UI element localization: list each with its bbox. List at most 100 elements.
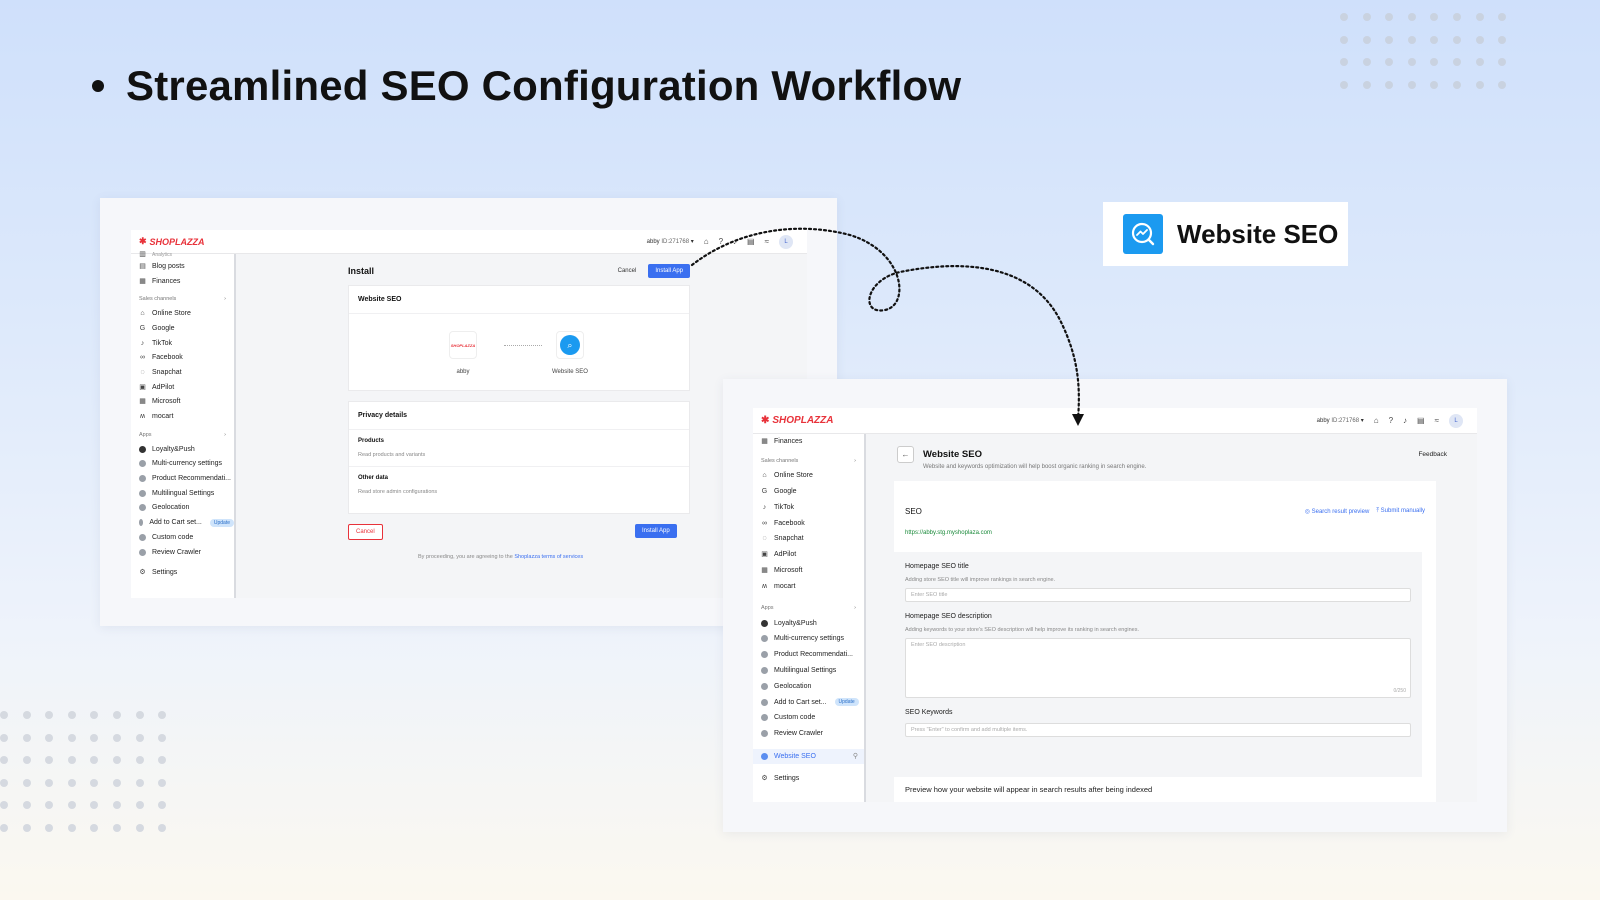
sidebar-item-add-to-cart-set[interactable]: Add to Cart set... Update <box>131 515 234 530</box>
search-result-preview-link[interactable]: ◎ Search result preview <box>1305 508 1370 515</box>
wifi-icon[interactable]: ≈ <box>1435 416 1439 425</box>
sidebar-item-online-store[interactable]: ⌂ Online Store <box>131 306 234 321</box>
bullet-icon <box>92 80 104 92</box>
feedback-link[interactable]: Feedback <box>1418 451 1447 458</box>
notification-icon[interactable]: ♪ <box>733 237 737 246</box>
dot <box>158 756 167 765</box>
cancel-button[interactable]: Cancel <box>348 524 383 540</box>
sidebar-item-review-crawler[interactable]: Review Crawler <box>131 545 234 560</box>
sidebar-item-adpilot[interactable]: ▣ AdPilot <box>753 547 864 563</box>
sales-channels-group[interactable]: Sales channels › <box>753 454 864 468</box>
seo-title-input[interactable]: Enter SEO title <box>905 588 1411 602</box>
group-label: Apps <box>139 431 152 438</box>
sidebar-item-settings[interactable]: ⚙ Settings <box>753 770 864 786</box>
back-arrow-icon[interactable]: ← <box>897 446 914 463</box>
dot-grid-decoration <box>0 711 167 832</box>
sidebar-item-tiktok[interactable]: ♪ TikTok <box>753 499 864 515</box>
dot <box>22 778 31 787</box>
sidebar-item-facebook[interactable]: ∞ Facebook <box>131 350 234 365</box>
shoplazza-logo[interactable]: ✱ SHOPLAZZA <box>131 236 205 247</box>
sidebar-item-online-store[interactable]: ⌂ Online Store <box>753 468 864 484</box>
help-icon[interactable]: ? <box>1389 416 1393 425</box>
apps-group[interactable]: Apps › <box>131 428 234 442</box>
cancel-link[interactable]: Cancel <box>618 268 637 274</box>
sidebar-item-multilingual-settings[interactable]: Multilingual Settings <box>131 486 234 501</box>
sidebar-item-review-crawler[interactable]: Review Crawler <box>753 726 864 742</box>
sidebar-item-product-recommendati[interactable]: Product Recommendati... <box>753 647 864 663</box>
avatar[interactable]: L <box>779 234 793 249</box>
sidebar-item-geolocation[interactable]: Geolocation <box>131 501 234 516</box>
sidebar-item-snapchat[interactable]: ◌ Snapchat <box>753 531 864 547</box>
dot <box>158 711 167 719</box>
field-label: SEO Keywords <box>905 709 953 716</box>
website-seo-app-icon: ⌕ <box>555 331 584 359</box>
storefront-icon[interactable]: ⌂ <box>704 237 709 246</box>
apps-group[interactable]: Apps › <box>753 601 864 615</box>
dot <box>0 733 8 742</box>
sidebar-item-product-recommendati[interactable]: Product Recommendati... <box>131 471 234 486</box>
avatar[interactable]: L <box>1449 413 1463 428</box>
dot <box>1362 80 1371 89</box>
sidebar-item-microsoft[interactable]: ▦ Microsoft <box>753 563 864 579</box>
store-switcher[interactable]: abby ID:271768 ▾ <box>1317 417 1364 424</box>
snapchat-icon: ◌ <box>140 368 145 376</box>
dot <box>67 756 76 765</box>
pin-icon[interactable]: ⚲ <box>853 752 858 760</box>
sidebar-item-multi-currency-settings[interactable]: Multi-currency settings <box>753 631 864 647</box>
sidebar-item-facebook[interactable]: ∞ Facebook <box>753 515 864 531</box>
storefront-icon[interactable]: ⌂ <box>1374 416 1379 425</box>
sidebar-item-adpilot[interactable]: ▣ AdPilot <box>131 380 234 395</box>
sidebar-item-microsoft[interactable]: ▦ Microsoft <box>131 395 234 410</box>
chevron-right-icon: › <box>224 296 226 303</box>
sidebar-item-multi-currency-settings[interactable]: Multi-currency settings <box>131 457 234 472</box>
submit-manually-link[interactable]: ⤒ Submit manually <box>1376 508 1425 515</box>
sidebar-item-tiktok[interactable]: ♪ TikTok <box>131 336 234 351</box>
connector-line <box>504 345 542 346</box>
seo-description-textarea[interactable]: Enter SEO description 0/250 <box>905 638 1411 698</box>
sidebar-item-google[interactable]: G Google <box>131 321 234 336</box>
privacy-row: Products Read products and variants <box>349 430 689 467</box>
link-label: Search result preview <box>1311 509 1370 515</box>
section-title: SEO <box>905 507 922 516</box>
dot <box>22 823 31 832</box>
sidebar-item-loyalty-push[interactable]: Loyalty&Push <box>131 442 234 457</box>
sidebar-item-label: Product Recommendati... <box>152 475 231 483</box>
sidebar-item-finances[interactable]: ▦ Finances <box>131 274 234 289</box>
sidebar-item-google[interactable]: G Google <box>753 484 864 500</box>
dot <box>158 733 167 742</box>
sales-channels-group[interactable]: Sales channels › <box>131 292 234 306</box>
sidebar-item-custom-code[interactable]: Custom code <box>753 710 864 726</box>
notification-icon[interactable]: ♪ <box>1403 416 1407 425</box>
sidebar-item-snapchat[interactable]: ◌ Snapchat <box>131 365 234 380</box>
sidebar-item-finances[interactable]: ▦ Finances <box>753 434 864 450</box>
sidebar-item-multilingual-settings[interactable]: Multilingual Settings <box>753 663 864 679</box>
sidebar-item-mocart[interactable]: ʍ mocart <box>131 409 234 424</box>
sidebar-item-custom-code[interactable]: Custom code <box>131 530 234 545</box>
terms-link[interactable]: Shoplazza terms of services <box>514 554 583 560</box>
seo-keywords-input[interactable]: Press "Enter" to confirm and add multipl… <box>905 723 1411 737</box>
app-node-label: Website SEO <box>552 369 588 375</box>
install-app-footer-button[interactable]: Install App <box>635 524 677 538</box>
store-switcher[interactable]: abby ID:271768 ▾ <box>647 238 694 245</box>
adpilot-icon: ▣ <box>139 383 146 391</box>
sidebar-item-mocart[interactable]: ʍ mocart <box>753 578 864 594</box>
sidebar-item-blog-posts[interactable]: ▤ Blog posts <box>131 259 234 274</box>
store-url[interactable]: https://abby.stg.myshoplaza.com <box>894 516 1436 536</box>
message-icon[interactable]: ▤ <box>1417 416 1425 425</box>
sidebar-item-analytics[interactable]: ▥ Analytics <box>131 250 234 259</box>
sidebar-item-website-seo[interactable]: Website SEO ⚲ <box>753 748 864 765</box>
sidebar-item-settings[interactable]: ⚙ Settings <box>131 565 234 580</box>
install-app-button[interactable]: Install App <box>648 264 690 278</box>
message-icon[interactable]: ▤ <box>747 237 755 246</box>
review-icon <box>139 548 146 556</box>
website-seo-app-window: ✱ SHOPLAZZA abby ID:271768 ▾ ⌂ ? ♪ ▤ ≈ L … <box>753 408 1477 802</box>
sidebar-item-add-to-cart-set[interactable]: Add to Cart set... Update <box>753 694 864 710</box>
shoplazza-logo[interactable]: ✱ SHOPLAZZA <box>753 415 834 426</box>
code-icon <box>139 533 146 541</box>
dot <box>1475 80 1484 89</box>
help-icon[interactable]: ? <box>719 237 723 246</box>
dot <box>1452 35 1461 44</box>
sidebar-item-geolocation[interactable]: Geolocation <box>753 678 864 694</box>
wifi-icon[interactable]: ≈ <box>765 237 769 246</box>
sidebar-item-loyalty-push[interactable]: Loyalty&Push <box>753 615 864 631</box>
